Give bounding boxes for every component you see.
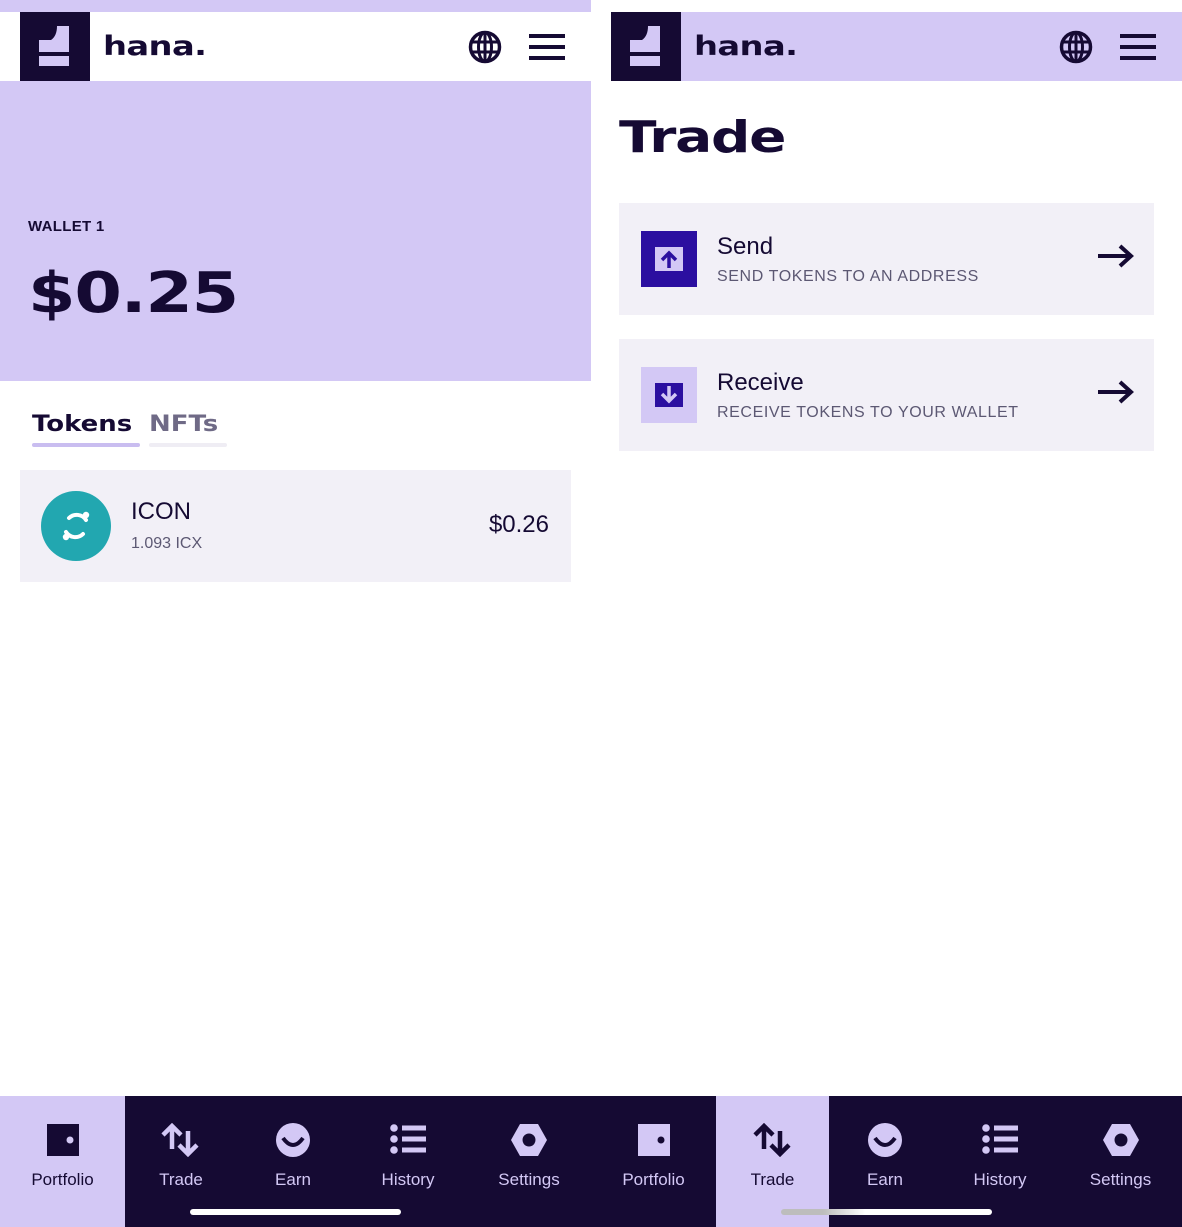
token-row[interactable]: ICON 1.093 ICX $0.26 xyxy=(20,470,571,582)
portfolio-icon xyxy=(637,1124,670,1156)
tab-nfts[interactable]: NFTs xyxy=(148,412,227,447)
icon-icx-logo xyxy=(41,491,111,561)
arrow-right-icon xyxy=(1098,379,1134,410)
hamburger-menu-icon xyxy=(1120,34,1156,60)
history-list-icon xyxy=(982,1124,1018,1154)
nav-label: Portfolio xyxy=(622,1170,685,1189)
token-name: ICON xyxy=(131,498,191,525)
nav-portfolio[interactable]: Portfolio xyxy=(591,1096,716,1227)
receive-subtitle: RECEIVE TOKENS TO YOUR WALLET xyxy=(717,404,1019,421)
asset-tabs: Tokens NFTs xyxy=(32,412,227,447)
settings-hex-icon xyxy=(1102,1124,1139,1156)
portfolio-icon xyxy=(46,1124,79,1156)
hana-logo[interactable] xyxy=(20,12,90,81)
language-button[interactable] xyxy=(467,29,503,65)
wallet-label: WALLET 1 xyxy=(28,218,105,235)
tab-tokens[interactable]: Tokens xyxy=(32,412,140,447)
trade-arrows-icon xyxy=(752,1123,791,1157)
nav-label: Settings xyxy=(498,1170,560,1189)
menu-button[interactable] xyxy=(529,29,565,65)
settings-hex-icon xyxy=(511,1124,547,1156)
trade-screen: hana. Trade Send SEND TOKENS TO AN ADDRE… xyxy=(591,0,1182,1227)
globe-icon xyxy=(468,30,502,64)
receive-title: Receive xyxy=(717,369,804,396)
menu-button[interactable] xyxy=(1120,29,1156,65)
nav-label: History xyxy=(973,1170,1027,1189)
bottom-nav: Portfolio Trade Earn History Settings xyxy=(0,1096,591,1227)
globe-icon xyxy=(1059,30,1093,64)
wallet-summary: WALLET 1 $0.25 xyxy=(0,81,591,381)
earn-smile-icon xyxy=(868,1123,902,1157)
nav-label: Trade xyxy=(750,1170,795,1189)
nav-earn[interactable]: Earn xyxy=(237,1096,349,1227)
hamburger-menu-icon xyxy=(529,34,565,60)
home-indicator[interactable] xyxy=(190,1209,401,1215)
page-title: Trade xyxy=(619,112,786,163)
wallet-balance: $0.25 xyxy=(28,261,239,326)
nav-history[interactable]: History xyxy=(349,1096,467,1227)
app-header: hana. xyxy=(20,12,591,81)
nav-label: History xyxy=(381,1170,435,1189)
brand-name: hana. xyxy=(103,31,207,62)
app-header: hana. xyxy=(611,12,1182,81)
nav-history[interactable]: History xyxy=(941,1096,1059,1227)
nav-settings[interactable]: Settings xyxy=(1059,1096,1182,1227)
receive-action[interactable]: Receive RECEIVE TOKENS TO YOUR WALLET xyxy=(619,339,1154,451)
hana-logo-icon xyxy=(39,26,69,66)
earn-smile-icon xyxy=(276,1123,310,1157)
nav-label: Portfolio xyxy=(31,1170,94,1189)
nav-label: Earn xyxy=(275,1170,311,1189)
arrow-right-icon xyxy=(1098,243,1134,274)
home-indicator[interactable] xyxy=(781,1209,992,1215)
history-list-icon xyxy=(390,1124,426,1154)
bottom-nav: Portfolio Trade Earn History Settings xyxy=(591,1096,1182,1227)
nav-earn[interactable]: Earn xyxy=(829,1096,941,1227)
nav-portfolio[interactable]: Portfolio xyxy=(0,1096,125,1227)
hana-logo-icon xyxy=(630,26,660,66)
nav-trade[interactable]: Trade xyxy=(716,1096,829,1227)
portfolio-screen: hana. WALLET 1 $0.25 Tokens NFTs ICON 1.… xyxy=(0,0,591,1227)
hana-logo[interactable] xyxy=(611,12,681,81)
status-strip xyxy=(0,0,591,12)
token-value: $0.26 xyxy=(488,511,549,538)
nav-label: Settings xyxy=(1089,1170,1152,1189)
send-action[interactable]: Send SEND TOKENS TO AN ADDRESS xyxy=(619,203,1154,315)
upload-arrow-icon xyxy=(641,231,697,287)
nav-label: Earn xyxy=(867,1170,903,1189)
send-subtitle: SEND TOKENS TO AN ADDRESS xyxy=(717,268,979,285)
token-amount: 1.093 ICX xyxy=(131,535,203,552)
nav-label: Trade xyxy=(159,1170,203,1189)
nav-settings[interactable]: Settings xyxy=(467,1096,591,1227)
status-strip xyxy=(591,0,1182,12)
language-button[interactable] xyxy=(1058,29,1094,65)
download-arrow-icon xyxy=(641,367,697,423)
trade-arrows-icon xyxy=(161,1123,199,1157)
send-title: Send xyxy=(717,233,774,260)
nav-trade[interactable]: Trade xyxy=(125,1096,237,1227)
brand-name: hana. xyxy=(694,31,798,62)
